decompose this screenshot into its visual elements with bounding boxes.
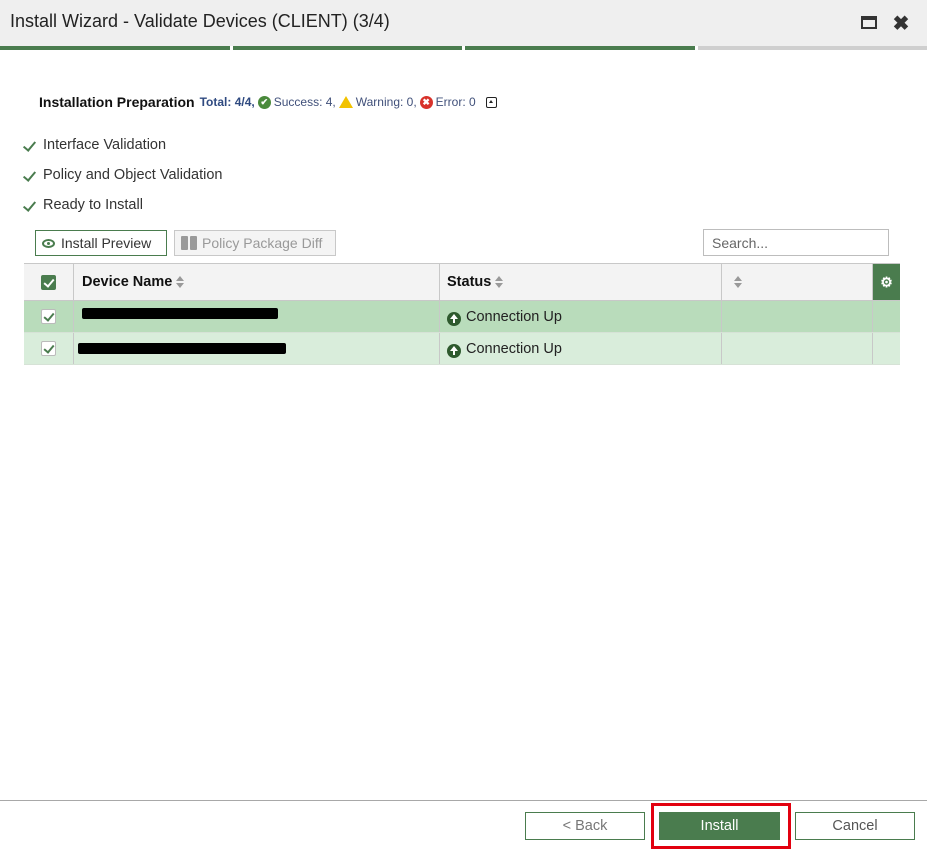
- row-checkbox[interactable]: [41, 309, 56, 324]
- policy-package-diff-button[interactable]: Policy Package Diff: [174, 230, 336, 256]
- check-item-label: Policy and Object Validation: [43, 167, 223, 183]
- row-checkbox-cell: [24, 333, 74, 364]
- summary-total: Total: 4/4,: [199, 95, 255, 109]
- select-all-checkbox[interactable]: [41, 274, 56, 290]
- connection-up-icon: [447, 311, 461, 326]
- status-text: Connection Up: [466, 308, 562, 325]
- sort-icon[interactable]: [495, 276, 504, 288]
- gear-icon: ⚙: [880, 274, 893, 290]
- close-icon: ✖: [892, 13, 910, 35]
- progress-step-3: [465, 46, 695, 50]
- policy-package-diff-label: Policy Package Diff: [202, 235, 323, 251]
- column-header-status[interactable]: Status: [440, 264, 722, 300]
- column-label: Status: [447, 274, 492, 290]
- table-header: Device Name Status ⚙: [24, 264, 900, 301]
- back-button[interactable]: < Back: [525, 812, 645, 840]
- error-icon: ✖: [419, 95, 433, 109]
- checkmark-icon: [24, 169, 37, 182]
- summary-error: Error: 0: [435, 95, 476, 109]
- gear-spacer-cell: [873, 301, 900, 332]
- warning-icon: [338, 96, 353, 108]
- window-title: Install Wizard - Validate Devices (CLIEN…: [10, 11, 390, 31]
- status-cell: Connection Up: [440, 301, 722, 332]
- summary-label: Installation Preparation: [39, 94, 195, 110]
- gear-spacer-cell: [873, 333, 900, 364]
- status-cell: Connection Up: [440, 333, 722, 364]
- redacted-device-name: [82, 308, 278, 319]
- table-row[interactable]: Connection Up: [24, 301, 900, 333]
- extra-cell: [722, 301, 873, 332]
- column-header-device-name[interactable]: Device Name: [74, 264, 440, 300]
- checkmark-icon: [24, 199, 37, 212]
- summary-success: Success: 4,: [273, 95, 336, 109]
- install-button[interactable]: Install: [659, 812, 780, 840]
- collapse-icon[interactable]: [485, 96, 497, 108]
- check-item-interface-validation: Interface Validation: [24, 137, 166, 153]
- column-label: Device Name: [82, 274, 173, 290]
- connection-up-icon: [447, 343, 461, 358]
- redacted-device-name: [78, 343, 286, 354]
- check-item-label: Interface Validation: [43, 137, 167, 153]
- checkmark-icon: [24, 139, 37, 152]
- extra-cell: [722, 333, 873, 364]
- progress-step-4: [697, 46, 927, 50]
- eye-icon: [42, 238, 55, 248]
- column-header-extra[interactable]: [722, 264, 873, 300]
- row-checkbox-cell: [24, 301, 74, 332]
- title-bar: Install Wizard - Validate Devices (CLIEN…: [0, 0, 927, 46]
- device-table: Device Name Status ⚙ Connection Up Conne…: [24, 263, 900, 365]
- summary-warning: Warning: 0,: [355, 95, 417, 109]
- column-settings-button[interactable]: ⚙: [873, 264, 900, 300]
- wizard-progress-bar: [0, 46, 927, 50]
- installation-summary: Installation Preparation Total: 4/4, ✔ S…: [39, 94, 497, 110]
- maximize-button[interactable]: [860, 14, 880, 34]
- install-preview-button[interactable]: Install Preview: [35, 230, 167, 256]
- progress-step-1: [0, 46, 230, 50]
- row-checkbox[interactable]: [41, 341, 56, 356]
- maximize-icon: [861, 16, 877, 29]
- status-text: Connection Up: [466, 340, 562, 357]
- sort-icon[interactable]: [734, 276, 743, 288]
- select-all-cell: [24, 264, 74, 300]
- device-name-cell: [74, 301, 440, 332]
- close-button[interactable]: ✖: [891, 14, 911, 34]
- progress-step-2: [232, 46, 462, 50]
- device-name-cell: [74, 333, 440, 364]
- diff-icon: [181, 236, 197, 250]
- success-icon: ✔: [257, 95, 271, 109]
- check-item-policy-object-validation: Policy and Object Validation: [24, 167, 222, 183]
- cancel-button[interactable]: Cancel: [795, 812, 915, 840]
- check-item-ready-to-install: Ready to Install: [24, 197, 143, 213]
- install-preview-label: Install Preview: [61, 235, 152, 251]
- search-input[interactable]: [703, 229, 889, 256]
- sort-icon[interactable]: [176, 276, 185, 288]
- footer-divider: [0, 800, 927, 801]
- check-item-label: Ready to Install: [43, 197, 143, 213]
- table-row[interactable]: Connection Up: [24, 333, 900, 365]
